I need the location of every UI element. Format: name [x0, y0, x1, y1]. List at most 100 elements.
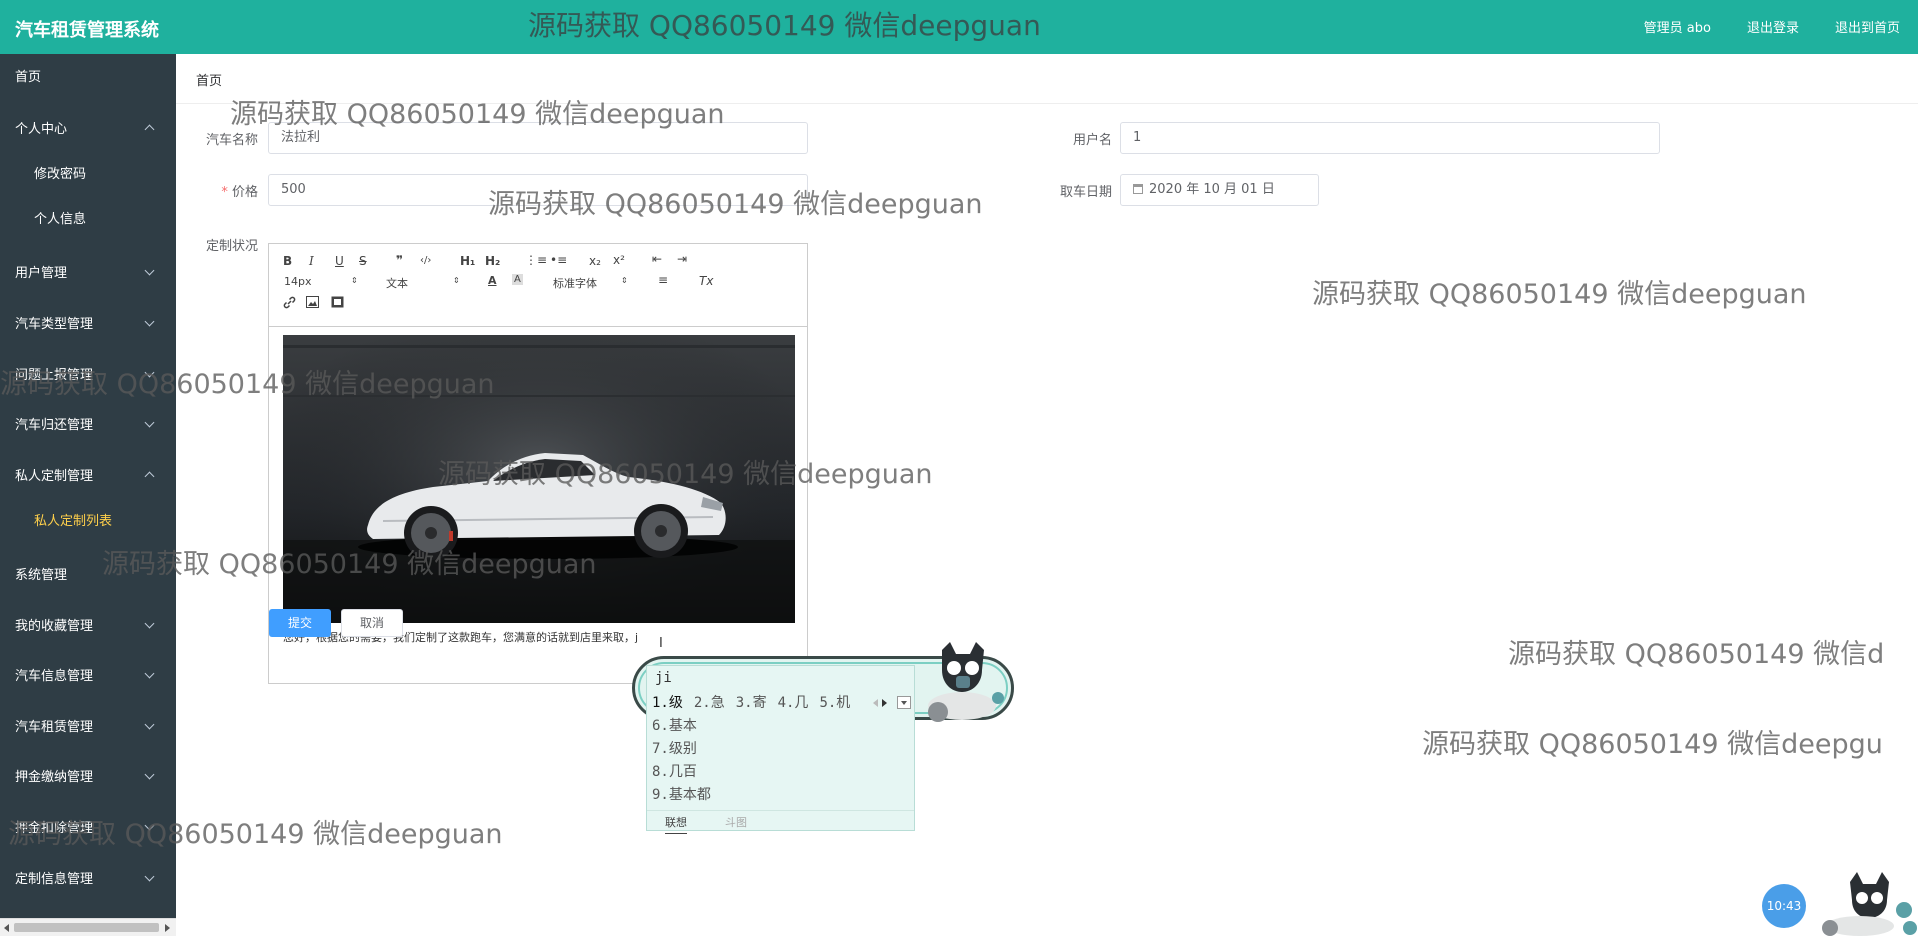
- sidebar-item-car-rental-management[interactable]: 汽车租赁管理: [0, 704, 176, 744]
- i-beam-cursor-icon: I: [659, 636, 663, 651]
- sidebar-item-label: 系统管理: [15, 568, 68, 583]
- clear-format-button[interactable]: Tx: [699, 274, 713, 288]
- editor-content-text[interactable]: 您好，根据您的需要，我们定制了这款跑车，您满意的话就到店里来取，j: [283, 629, 638, 645]
- sidebar-item-car-type-management[interactable]: 汽车类型管理: [0, 301, 176, 341]
- sidebar-item-personal-info[interactable]: 个人信息: [0, 196, 176, 236]
- price-label-text: 价格: [231, 185, 258, 200]
- italic-button[interactable]: I: [309, 254, 314, 268]
- clock-badge[interactable]: 10:43: [1762, 884, 1806, 928]
- sidebar-item-car-info-management[interactable]: 汽车信息管理: [0, 653, 176, 693]
- top-header: 汽车租赁管理系统 管理员 abo 退出登录 退出到首页: [0, 0, 1918, 54]
- scroll-right-icon[interactable]: [165, 924, 170, 932]
- username-field[interactable]: 1: [1120, 122, 1660, 154]
- chevron-up-icon: [144, 471, 155, 482]
- ime-expand-icon[interactable]: [897, 696, 911, 709]
- ime-candidate[interactable]: 2.急: [694, 692, 725, 712]
- dropdown-caret-icon: ⇕: [351, 276, 358, 285]
- underline-button[interactable]: U: [335, 254, 344, 268]
- ime-candidate[interactable]: 6.基本: [652, 715, 711, 738]
- ime-candidate[interactable]: 4.几: [778, 692, 809, 712]
- ime-tab-sticker[interactable]: 斗图: [725, 814, 747, 830]
- sidebar-item-deposit-deduction-management[interactable]: 押金扣除管理: [0, 805, 176, 845]
- paragraph-select[interactable]: 文本: [386, 275, 408, 291]
- custom-status-label: 定制状况: [205, 239, 258, 254]
- sidebar-item-personal-center[interactable]: 个人中心: [0, 106, 176, 146]
- sidebar-item-deposit-payment-management[interactable]: 押金缴纳管理: [0, 754, 176, 794]
- subscript-button[interactable]: x₂: [589, 254, 601, 268]
- chevron-down-icon: [144, 417, 155, 428]
- ime-next-page-icon[interactable]: [882, 699, 887, 707]
- sidebar-item-label: 修改密码: [34, 167, 87, 182]
- ime-mascot-icon: [928, 642, 1004, 722]
- superscript-button[interactable]: x²: [613, 253, 625, 267]
- dropdown-caret-icon: ⇕: [621, 276, 628, 285]
- sidebar-item-user-management[interactable]: 用户管理: [0, 250, 176, 290]
- ordered-list-button[interactable]: ⋮≡: [525, 253, 547, 267]
- indent-icon[interactable]: ⇥: [677, 252, 687, 266]
- background-color-icon[interactable]: A: [512, 274, 523, 285]
- editor-toolbar: B I U S ❞ ‹/› H₁ H₂ ⋮≡ •≡ x₂ x² ⇤ ⇥ 14px…: [269, 244, 807, 327]
- ime-candidate[interactable]: 1.级: [652, 692, 683, 712]
- sidebar-horizontal-scrollbar[interactable]: [0, 918, 176, 936]
- outdent-icon[interactable]: ⇤: [652, 252, 662, 266]
- font-family-select[interactable]: 标准字体: [553, 275, 597, 291]
- bullet-list-button[interactable]: •≡: [550, 253, 567, 267]
- sidebar-item-car-return-management[interactable]: 汽车归还管理: [0, 402, 176, 442]
- sidebar-item-home[interactable]: 首页: [0, 54, 176, 94]
- sidebar-item-change-password[interactable]: 修改密码: [0, 151, 176, 191]
- code-block-button[interactable]: ‹/›: [420, 255, 431, 266]
- sidebar-item-custom-info-management[interactable]: 定制信息管理: [0, 856, 176, 896]
- ime-candidate[interactable]: 9.基本都: [652, 784, 711, 807]
- ime-candidate[interactable]: 8.几百: [652, 761, 711, 784]
- image-icon[interactable]: [306, 296, 319, 311]
- font-size-select[interactable]: 14px: [284, 275, 312, 288]
- ime-candidate[interactable]: 5.机: [819, 692, 850, 712]
- video-icon[interactable]: [331, 296, 344, 311]
- scroll-left-icon[interactable]: [4, 924, 9, 932]
- sidebar-item-favorites-management[interactable]: 我的收藏管理: [0, 603, 176, 643]
- bold-button[interactable]: B: [283, 254, 292, 268]
- ime-page-arrows[interactable]: [873, 696, 887, 711]
- sidebar-item-label: 汽车归还管理: [15, 418, 94, 433]
- scrollbar-thumb[interactable]: [14, 923, 159, 932]
- ime-tab-association[interactable]: 联想: [665, 814, 687, 834]
- heading-2-button[interactable]: H₂: [485, 254, 500, 268]
- car-name-label: 汽车名称: [205, 133, 258, 148]
- strikethrough-button[interactable]: S: [359, 254, 367, 268]
- price-label: * 价格: [178, 181, 258, 200]
- sidebar-item-label: 私人定制管理: [15, 469, 94, 484]
- pickup-date-value: 2020 年 10 月 01 日: [1149, 182, 1275, 197]
- breadcrumb-home[interactable]: 首页: [196, 70, 222, 89]
- cancel-button[interactable]: 取消: [341, 609, 403, 637]
- link-icon[interactable]: [283, 296, 296, 312]
- logout-link[interactable]: 退出登录: [1747, 17, 1799, 36]
- chevron-down-icon: [144, 820, 155, 831]
- heading-1-button[interactable]: H₁: [460, 254, 475, 268]
- sidebar-item-label: 首页: [15, 70, 42, 85]
- watermark: 源码获取 QQ86050149 微信d: [1508, 639, 1885, 670]
- sidebar-item-system-management[interactable]: 系统管理: [0, 552, 176, 592]
- submit-button[interactable]: 提交: [269, 609, 331, 637]
- sidebar-item-label: 押金扣除管理: [15, 821, 94, 836]
- sidebar-item-private-custom-management[interactable]: 私人定制管理: [0, 453, 176, 493]
- car-name-field[interactable]: 法拉利: [268, 122, 808, 154]
- pickup-date-picker[interactable]: 2020 年 10 月 01 日: [1120, 174, 1319, 206]
- sidebar: 首页 个人中心 修改密码 个人信息 用户管理 汽车类型管理 问题上报管理 汽车归…: [0, 54, 176, 936]
- sidebar-item-issue-report-management[interactable]: 问题上报管理: [0, 352, 176, 392]
- ime-candidate[interactable]: 3.寄: [736, 692, 767, 712]
- chevron-down-icon: [144, 719, 155, 730]
- font-color-icon[interactable]: A: [488, 274, 497, 287]
- sidebar-item-private-custom-list[interactable]: 私人定制列表: [0, 498, 176, 538]
- app-title: 汽车租赁管理系统: [15, 20, 159, 41]
- sidebar-item-label: 个人中心: [15, 122, 68, 137]
- blockquote-button[interactable]: ❞: [396, 253, 403, 267]
- ime-candidate-row: 1.级 2.急 3.寄 4.几 5.机: [652, 692, 861, 712]
- sidebar-item-label: 问题上报管理: [15, 368, 94, 383]
- align-icon[interactable]: ≡: [658, 273, 668, 287]
- ime-candidate[interactable]: 7.级别: [652, 738, 711, 761]
- ime-prev-page-icon[interactable]: [873, 699, 878, 707]
- price-field[interactable]: 500: [268, 174, 808, 206]
- sidebar-item-label: 私人定制列表: [34, 514, 113, 529]
- exit-to-home-link[interactable]: 退出到首页: [1835, 17, 1900, 36]
- admin-user-link[interactable]: 管理员 abo: [1644, 17, 1711, 36]
